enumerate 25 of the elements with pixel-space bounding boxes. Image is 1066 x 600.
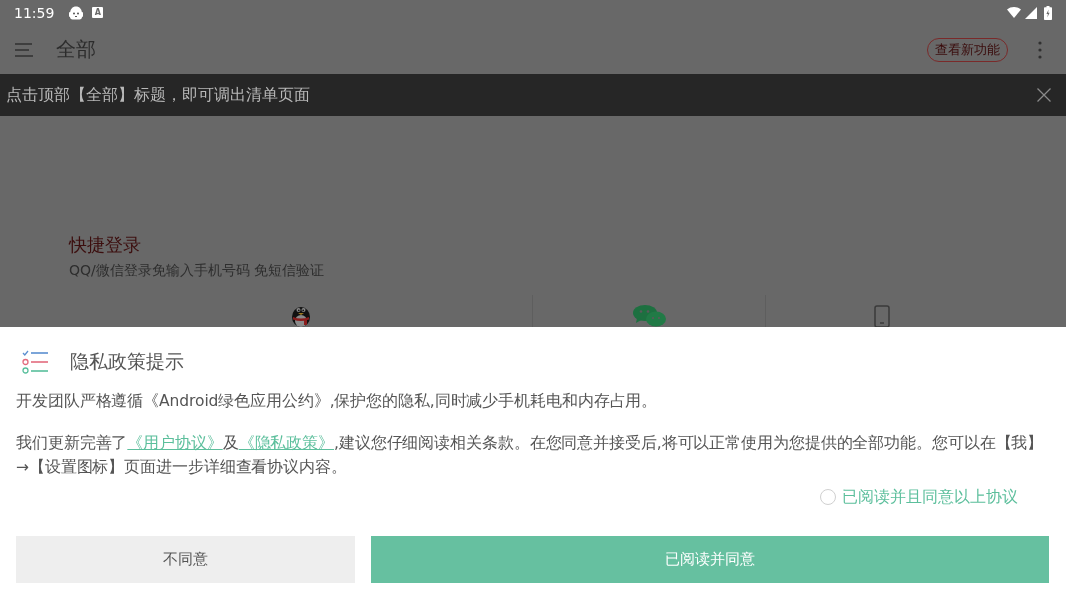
wifi-icon [1007, 7, 1021, 18]
chat-bubbles-icon[interactable] [632, 305, 666, 327]
status-time: 11:59 [14, 4, 55, 21]
phone-icon[interactable] [873, 305, 890, 327]
dialog-paragraph: 我们更新完善了《用户协议》及《隐私政策》,建议您仔细阅读相关条款。在您同意并接受后,将可以正常使用为您提供的全部功能。您可以在【我】→【设置图标】页面进一步详细查看协议内容。 [16, 433, 1045, 478]
menu-icon[interactable] [15, 42, 33, 57]
app-badge-icon: A [92, 7, 104, 18]
signal-icon [1025, 6, 1037, 19]
agree-radio[interactable] [820, 489, 836, 505]
agree-label[interactable]: 已阅读并且同意以上协议 [842, 486, 1018, 508]
close-icon[interactable] [1037, 88, 1051, 102]
decline-button[interactable]: 不同意 [16, 536, 355, 583]
checklist-icon [22, 350, 48, 374]
toast-message: 点击顶部【全部】标题，即可调出清单页面 [6, 84, 311, 106]
quick-login-subtitle: QQ/微信登录免输入手机号码 免短信验证 [69, 261, 326, 280]
quick-login-title: 快捷登录 [69, 233, 142, 257]
dialog-title: 隐私政策提示 [70, 349, 184, 374]
policy-link[interactable]: 《用户协议》 [127, 434, 223, 452]
app-title[interactable]: 全部 [56, 36, 96, 63]
agree-button[interactable]: 已阅读并同意 [371, 536, 1049, 583]
dialog-paragraph: 开发团队严格遵循《Android绿色应用公约》,保护您的隐私,同时减少手机耗电和内存占用。 [16, 391, 659, 412]
more-options-icon[interactable] [1038, 40, 1042, 59]
face-icon [69, 5, 84, 20]
policy-link[interactable]: 《隐私政策》 [238, 434, 335, 452]
battery-charging-icon [1044, 5, 1052, 20]
